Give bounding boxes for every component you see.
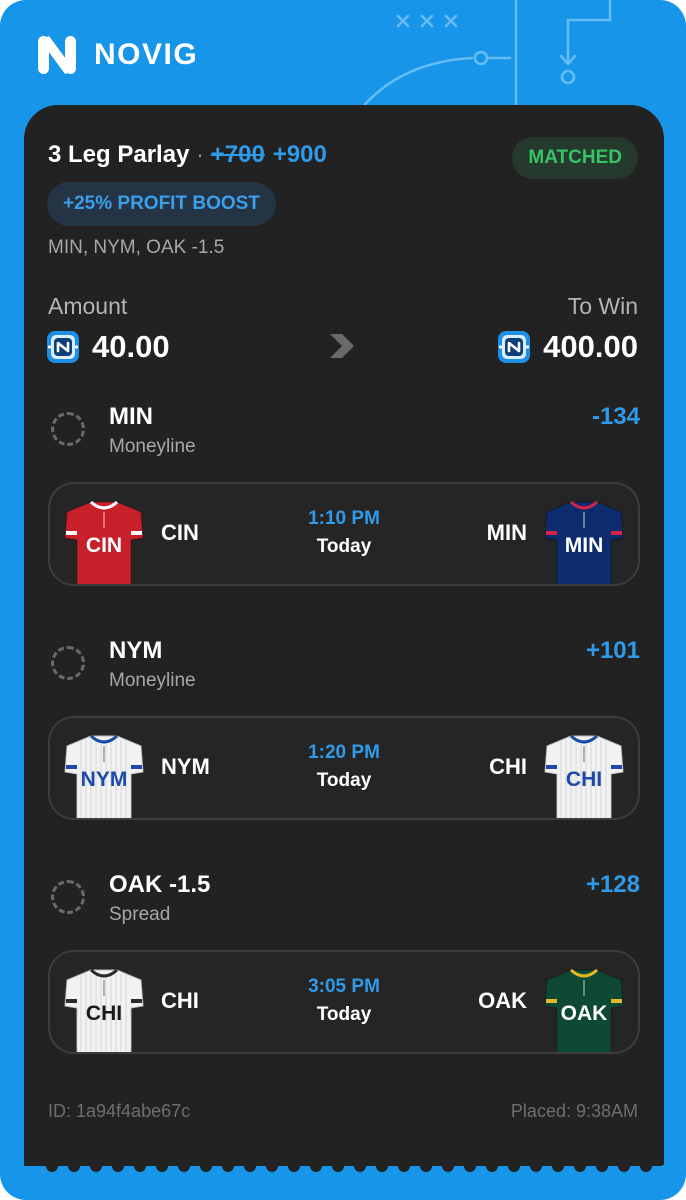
placed-time: Placed: 9:38AM: [510, 1101, 638, 1121]
leg-market: Spread: [109, 904, 171, 925]
amount-value: 40.00: [46, 329, 170, 365]
brand-logo: NOVIG: [38, 36, 198, 74]
game-card[interactable]: CIN CIN 1:10 PM Today MIN MIN: [48, 482, 640, 586]
bet-id: ID: 1a94f4abe67c: [48, 1101, 191, 1121]
title-separator: ·: [196, 142, 204, 167]
leg-market: Moneyline: [109, 436, 196, 457]
to-win: 400.00: [543, 329, 638, 364]
leg-selection: NYM: [109, 637, 163, 664]
leg-odds: +128: [585, 871, 640, 898]
legs-summary: MIN, NYM, OAK -1.5: [48, 237, 225, 258]
pending-status-icon: [51, 646, 85, 680]
leg-market: Moneyline: [109, 670, 196, 691]
game-card[interactable]: NYM NYM 1:20 PM Today CHI CHI: [48, 716, 640, 820]
pending-status-icon: [51, 880, 85, 914]
amount: 40.00: [92, 329, 170, 364]
coin-icon: [498, 331, 531, 363]
to-win-label: To Win: [567, 293, 638, 319]
to-win-value: 400.00: [497, 329, 638, 365]
bet-ticket: NOVIG 3 Leg Parlay · +700 +900 MATCHED +…: [0, 0, 686, 1200]
leg-odds: +101: [585, 637, 640, 664]
jersey-icon: CHI: [544, 734, 624, 818]
ticket-edge: [24, 1160, 662, 1172]
novig-logo-icon: [38, 36, 76, 74]
amount-label: Amount: [48, 293, 128, 319]
status-badge: MATCHED: [512, 137, 638, 179]
jersey-icon: OAK: [544, 968, 624, 1052]
profit-boost-badge: +25% PROFIT BOOST: [47, 182, 276, 226]
original-odds: +700: [210, 141, 265, 168]
leg-selection: MIN: [109, 403, 153, 430]
home-team: OAK: [478, 988, 527, 1013]
brand-name: NOVIG: [94, 38, 199, 71]
jersey-wordmark: CHI: [566, 768, 602, 791]
home-team: CHI: [489, 754, 527, 779]
jersey-wordmark: OAK: [561, 1002, 608, 1025]
bet-header: 3 Leg Parlay · +700 +900: [48, 141, 327, 169]
game-card[interactable]: CHI CHI 3:05 PM Today OAK OAK: [48, 950, 640, 1054]
leg-odds: -134: [591, 403, 640, 430]
bet-card[interactable]: 3 Leg Parlay · +700 +900 MATCHED +25% PR…: [24, 105, 664, 1165]
home-team: MIN: [486, 520, 527, 545]
jersey-icon: MIN: [544, 500, 624, 584]
chevron-right-icon: [330, 334, 354, 358]
coin-icon: [47, 331, 79, 363]
leg-selection: OAK -1.5: [109, 871, 211, 898]
bet-title: 3 Leg Parlay: [48, 141, 190, 168]
boosted-odds: +900: [272, 141, 327, 168]
pending-status-icon: [51, 412, 85, 446]
jersey-wordmark: MIN: [565, 534, 604, 557]
